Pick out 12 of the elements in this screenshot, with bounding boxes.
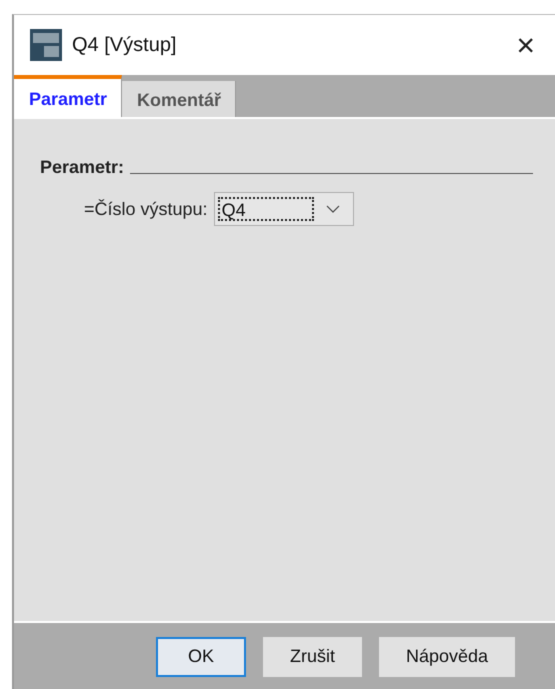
tab[interactable]: Parametr: [14, 75, 122, 117]
window-title: Q4 [Výstup]: [72, 34, 176, 56]
close-button[interactable]: ×: [512, 29, 539, 61]
caret-icon: [326, 205, 340, 213]
dialog-button[interactable]: Nápověda: [379, 636, 516, 676]
field-label: =Číslo výstupu:: [84, 198, 208, 220]
output-dropdown[interactable]: Q4: [214, 192, 354, 226]
dialog-button[interactable]: OK: [156, 636, 246, 676]
logo-icon: [30, 29, 62, 61]
dialog-button[interactable]: Zrušit: [263, 636, 362, 676]
group-title: Perametr:: [40, 157, 124, 178]
tab[interactable]: Komentář: [122, 81, 236, 117]
